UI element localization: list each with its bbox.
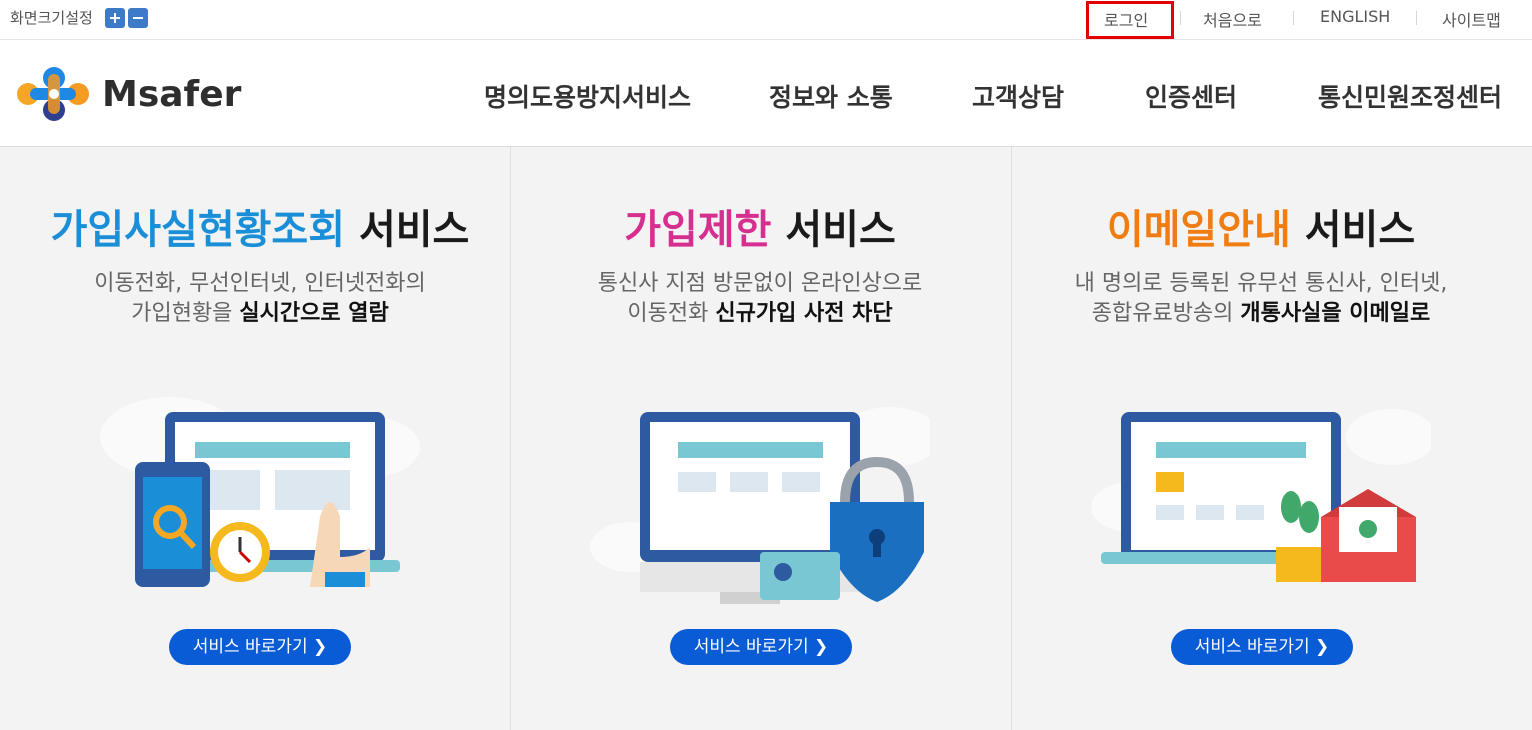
service-desc-emphasis: 개통사실을 이메일로: [1240, 301, 1431, 326]
service-title-rest: 서비스: [771, 207, 896, 253]
go-to-service-button[interactable]: 서비스 바로가기 ❯: [670, 629, 852, 665]
service-title: 이메일안내 서비스: [1011, 197, 1511, 255]
home-link[interactable]: 처음으로: [1203, 7, 1262, 31]
top-utility-bar: 화면크기설정 로그인 처음으로 ENGLISH 사이트맵: [0, 0, 1532, 40]
util-divider: [1293, 11, 1294, 25]
util-divider: [1416, 11, 1417, 25]
service-desc-line: 종합유료방송의 개통사실을 이메일로: [1011, 299, 1511, 329]
service-title-highlight: 가입제한: [624, 207, 772, 253]
service-desc-emphasis: 실시간으로 열람: [239, 301, 389, 326]
font-size-label: 화면크기설정: [10, 9, 93, 27]
font-size-plus-icon[interactable]: [104, 7, 125, 28]
service-desc-prefix: 가입현황을: [131, 301, 240, 326]
service-description: 통신사 지점 방문없이 온라인상으로 이동전화 신규가입 사전 차단: [510, 269, 1010, 329]
service-description: 내 명의로 등록된 유무선 통신사, 인터넷, 종합유료방송의 개통사실을 이메…: [1011, 269, 1511, 329]
go-to-service-button[interactable]: 서비스 바로가기 ❯: [1171, 629, 1353, 665]
nav-certification-center[interactable]: 인증센터: [1145, 78, 1237, 114]
util-divider: [1180, 11, 1181, 25]
service-desc-emphasis: 신규가입 사전 차단: [715, 301, 893, 326]
service-card-subscription-inquiry: 가입사실현황조회 서비스 이동전화, 무선인터넷, 인터넷전화의 가입현황을 실…: [10, 147, 510, 730]
login-highlight-box: [1086, 1, 1174, 39]
nav-info-communication[interactable]: 정보와 소통: [769, 78, 893, 114]
monitor-phone-search-icon: [100, 397, 420, 587]
go-to-service-button[interactable]: 서비스 바로가기 ❯: [169, 629, 351, 665]
laptop-envelope-plant-icon: [1091, 409, 1431, 582]
service-title-rest: 서비스: [1290, 207, 1416, 253]
sitemap-link[interactable]: 사이트맵: [1442, 7, 1501, 31]
nav-identity-theft-prevention[interactable]: 명의도용방지서비스: [484, 78, 691, 114]
service-desc-prefix: 이동전화: [627, 301, 716, 326]
service-title: 가입제한 서비스: [510, 197, 1010, 255]
service-desc-line: 통신사 지점 방문없이 온라인상으로: [597, 271, 923, 296]
msafer-logo-icon: [17, 67, 89, 121]
service-desc-line: 가입현황을 실시간으로 열람: [10, 299, 510, 329]
service-card-email-notification: 이메일안내 서비스 내 명의로 등록된 유무선 통신사, 인터넷, 종합유료방송…: [1011, 147, 1511, 730]
service-title-highlight: 가입사실현황조회: [50, 207, 346, 253]
msafer-logo[interactable]: Msafer: [12, 64, 252, 124]
nav-customer-support[interactable]: 고객상담: [972, 78, 1064, 114]
service-title-rest: 서비스: [345, 207, 470, 253]
service-section: 가입사실현황조회 서비스 이동전화, 무선인터넷, 인터넷전화의 가입현황을 실…: [0, 147, 1532, 730]
service-title-highlight: 이메일안내: [1106, 207, 1291, 253]
service-title: 가입사실현황조회 서비스: [10, 197, 510, 255]
logo-text: Msafer: [102, 74, 242, 115]
service-desc-line: 이동전화, 무선인터넷, 인터넷전화의: [94, 271, 426, 296]
service-desc-line: 내 명의로 등록된 유무선 통신사, 인터넷,: [1074, 271, 1448, 296]
service-card-subscription-restriction: 가입제한 서비스 통신사 지점 방문없이 온라인상으로 이동전화 신규가입 사전…: [510, 147, 1010, 730]
english-link[interactable]: ENGLISH: [1320, 7, 1390, 26]
font-size-control: 화면크기설정: [10, 7, 151, 28]
nav-dispute-mediation-center[interactable]: 통신민원조정센터: [1318, 78, 1502, 114]
service-desc-line: 이동전화 신규가입 사전 차단: [510, 299, 1010, 329]
service-description: 이동전화, 무선인터넷, 인터넷전화의 가입현황을 실시간으로 열람: [10, 269, 510, 329]
monitor-lock-idcard-icon: [590, 407, 930, 604]
main-header: Msafer 명의도용방지서비스 정보와 소통 고객상담 인증센터 통신민원조정…: [0, 40, 1532, 147]
service-desc-prefix: 종합유료방송의: [1091, 301, 1241, 326]
font-size-minus-icon[interactable]: [127, 7, 148, 28]
